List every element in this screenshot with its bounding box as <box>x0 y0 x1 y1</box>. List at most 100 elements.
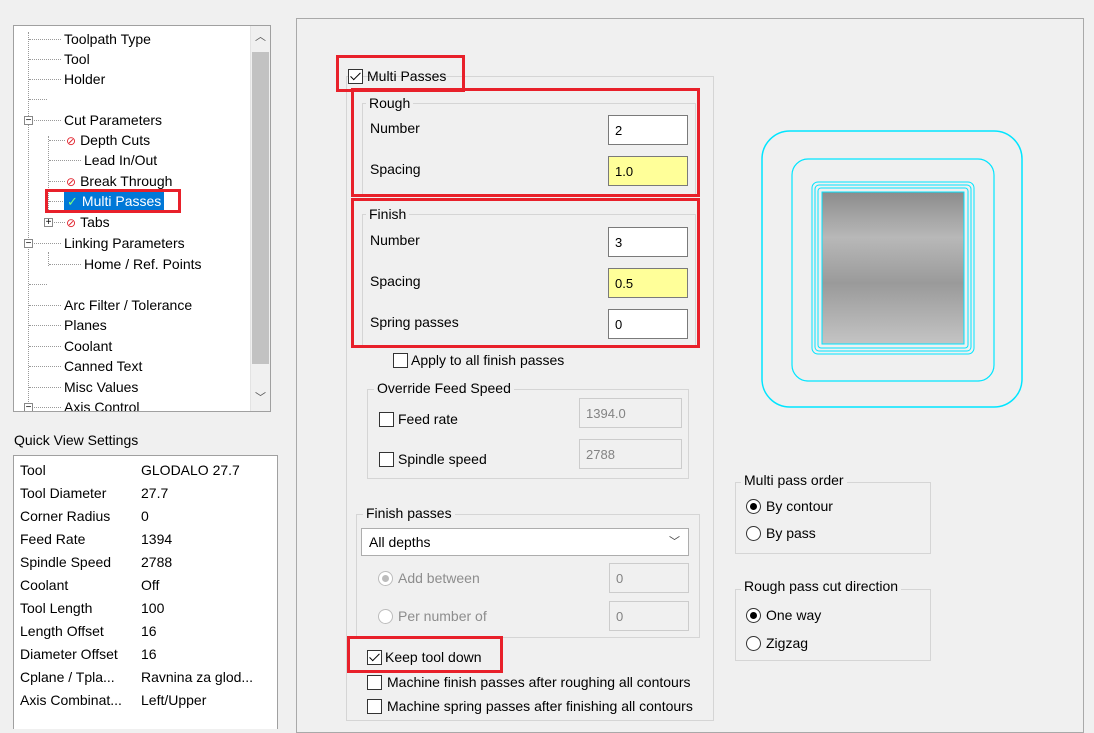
highlight-box <box>336 55 465 92</box>
chevron-down-icon: ﹀ <box>669 536 680 548</box>
stock-part <box>821 191 965 345</box>
tree-item-misc-values[interactable]: Misc Values <box>14 377 254 397</box>
qv-row: Tool Length 100 <box>20 600 165 616</box>
by-contour-radio[interactable] <box>746 499 761 514</box>
disabled-icon: ⊘ <box>66 175 77 189</box>
qv-row: Length Offset 16 <box>20 623 157 639</box>
tree-item-tabs[interactable]: + ⊘ Tabs <box>14 212 254 232</box>
tree-item-label: Linking Parameters <box>64 235 185 251</box>
tree-item-holder[interactable]: Holder <box>14 69 254 89</box>
apply-all-finish-checkbox[interactable] <box>393 353 408 368</box>
finish-passes-selected: All depths <box>369 534 431 550</box>
add-between-label: Add between <box>398 570 480 586</box>
finish-passes-title: Finish passes <box>363 505 455 521</box>
per-number-of-radio[interactable] <box>378 609 393 624</box>
tree-item-label: Cut Parameters <box>64 112 163 128</box>
tree-scrollbar[interactable]: ︿ ﹀ <box>250 26 270 411</box>
multi-pass-order-title: Multi pass order <box>741 472 847 488</box>
tree-item-label: Axis Control <box>64 399 140 412</box>
tree-item-label: Break Through <box>80 173 173 189</box>
tree-item-home-ref-points[interactable]: Home / Ref. Points <box>14 254 254 274</box>
scroll-down-icon[interactable]: ﹀ <box>251 389 270 407</box>
tree-item-label: Tool <box>64 51 90 67</box>
spindle-speed-checkbox[interactable] <box>379 452 394 467</box>
by-contour-label: By contour <box>766 498 833 514</box>
spindle-speed-label: Spindle speed <box>398 451 487 467</box>
add-between-input[interactable] <box>609 563 689 593</box>
tree-item-label: Planes <box>64 317 107 333</box>
machine-spring-label: Machine spring passes after finishing al… <box>387 698 693 714</box>
parameter-tree[interactable]: Toolpath Type Tool Holder − Cut Paramete… <box>13 25 271 412</box>
add-between-radio[interactable] <box>378 571 393 586</box>
zigzag-label: Zigzag <box>766 635 809 651</box>
tree-item-label: Canned Text <box>64 358 143 374</box>
zigzag-radio[interactable] <box>746 636 761 651</box>
quick-view-title: Quick View Settings <box>14 432 139 448</box>
tree-item-tool[interactable]: Tool <box>14 49 254 69</box>
machine-finish-checkbox[interactable] <box>367 675 382 690</box>
tree-item-label: Misc Values <box>64 379 139 395</box>
disabled-icon: ⊘ <box>66 216 77 230</box>
override-feed-speed-title: Override Feed Speed <box>374 380 514 396</box>
quick-view-panel: Tool GLODALO 27.7 Tool Diameter 27.7 Corne… <box>13 455 278 729</box>
qv-row: Diameter Offset 16 <box>20 646 157 662</box>
qv-row: Tool GLODALO 27.7 <box>20 462 240 478</box>
spindle-speed-input[interactable] <box>579 439 682 469</box>
scrollbar-thumb[interactable] <box>252 52 269 364</box>
expand-icon[interactable]: + <box>44 218 53 228</box>
toolpath-preview <box>761 130 1023 408</box>
machine-finish-label: Machine finish passes after roughing all… <box>387 674 691 690</box>
per-number-of-label: Per number of <box>398 608 487 624</box>
tree-item-canned-text[interactable]: Canned Text <box>14 356 254 376</box>
collapse-icon[interactable]: − <box>24 116 33 126</box>
tree-item-label: Arc Filter / Tolerance <box>64 297 193 313</box>
one-way-radio[interactable] <box>746 608 761 623</box>
feed-rate-checkbox[interactable] <box>379 412 394 427</box>
collapse-icon[interactable]: − <box>24 239 33 249</box>
tree-item-arc-filter[interactable]: Arc Filter / Tolerance <box>14 295 254 315</box>
disabled-icon: ⊘ <box>66 134 77 148</box>
scroll-up-icon[interactable]: ︿ <box>251 28 270 46</box>
machine-spring-checkbox[interactable] <box>367 699 382 714</box>
tree-item-label: Home / Ref. Points <box>84 256 202 272</box>
one-way-label: One way <box>766 607 822 623</box>
qv-row: Spindle Speed 2788 <box>20 554 173 570</box>
qv-row: Axis Combinat... Left/Upper <box>20 692 207 708</box>
finish-passes-dropdown[interactable]: All depths ﹀ <box>361 528 689 556</box>
apply-all-finish-label: Apply to all finish passes <box>411 352 565 368</box>
by-pass-label: By pass <box>766 525 816 541</box>
tree-item-blank <box>14 89 254 109</box>
tree-item-cut-parameters[interactable]: − Cut Parameters <box>14 110 254 130</box>
tree-item-coolant[interactable]: Coolant <box>14 336 254 356</box>
tree-item-linking-parameters[interactable]: − Linking Parameters <box>14 233 254 253</box>
highlight-box <box>351 198 700 348</box>
multi-pass-order-group <box>735 482 931 554</box>
highlight-box <box>45 189 181 213</box>
tree-item-label: Toolpath Type <box>64 31 151 47</box>
by-pass-radio[interactable] <box>746 526 761 541</box>
tree-item-lead-in-out[interactable]: Lead In/Out <box>14 150 254 170</box>
per-number-of-input[interactable] <box>609 601 689 631</box>
qv-row: Cplane / Tpla... Ravnina za glod... <box>20 669 254 685</box>
rough-cut-direction-group <box>735 589 931 661</box>
tree-item-label: Tabs <box>80 214 110 230</box>
tree-item-planes[interactable]: Planes <box>14 315 254 335</box>
tree-item-axis-control[interactable]: − Axis Control <box>14 397 254 412</box>
highlight-box <box>347 636 503 673</box>
tree-item-label: Holder <box>64 71 106 87</box>
tree-item-toolpath-type[interactable]: Toolpath Type <box>14 29 254 49</box>
tree-item-break-through[interactable]: ⊘ Break Through <box>14 171 254 191</box>
highlight-box <box>351 88 700 197</box>
rough-cut-direction-title: Rough pass cut direction <box>741 578 902 594</box>
feed-rate-input[interactable] <box>579 398 682 428</box>
qv-row: Corner Radius 0 <box>20 508 149 524</box>
qv-row: Feed Rate 1394 <box>20 531 173 547</box>
qv-row: Coolant Off <box>20 577 160 593</box>
tree-item-label: Coolant <box>64 338 113 354</box>
tree-item-depth-cuts[interactable]: ⊘ Depth Cuts <box>14 130 254 150</box>
feed-rate-label: Feed rate <box>398 411 458 427</box>
tree-item-label: Lead In/Out <box>84 152 158 168</box>
collapse-icon[interactable]: − <box>24 403 33 411</box>
tree-item-label: Depth Cuts <box>80 132 151 148</box>
tree-item-blank <box>14 274 254 294</box>
